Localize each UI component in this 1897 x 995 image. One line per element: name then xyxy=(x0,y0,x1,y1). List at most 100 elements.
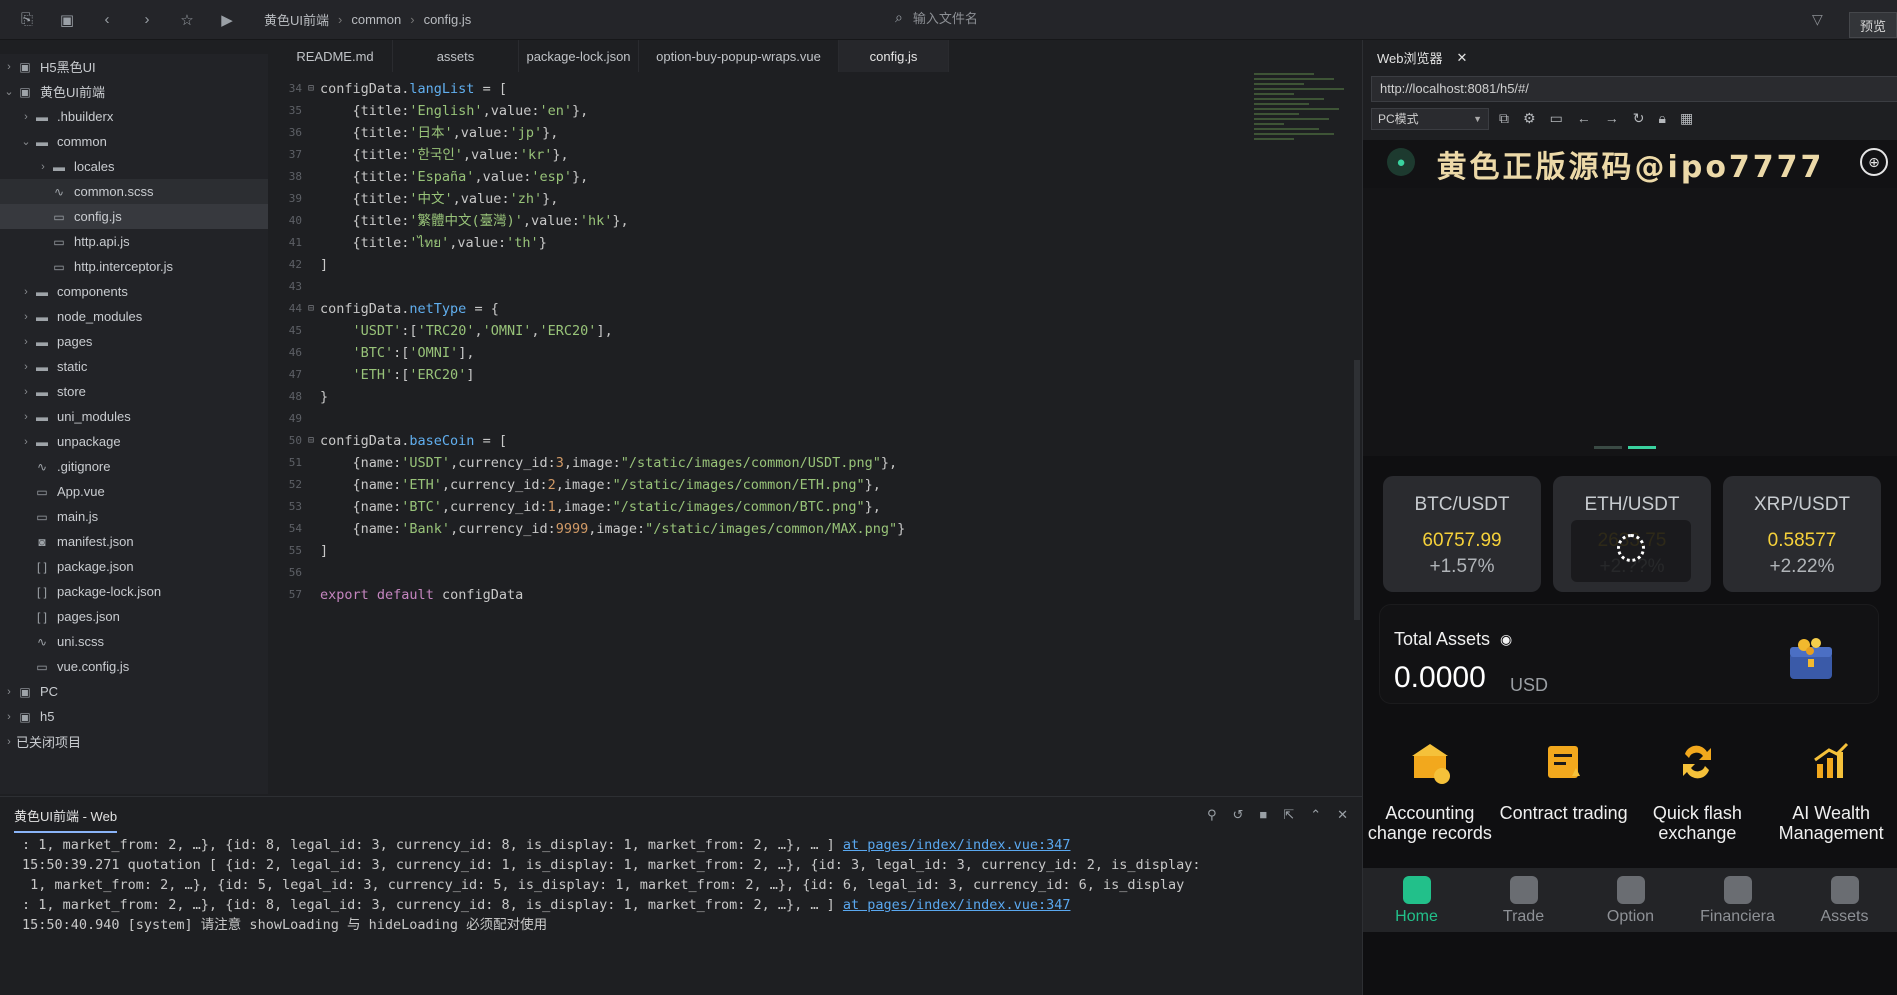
eye-icon[interactable]: ◉ xyxy=(1500,631,1512,648)
code-line[interactable]: 52 {name:'ETH',currency_id:2,image:"/sta… xyxy=(278,474,1278,496)
feature-item[interactable]: Quick flash exchange xyxy=(1631,738,1765,843)
tree-item[interactable]: › ▬ static xyxy=(0,354,268,379)
code-line[interactable]: 57 export default configData xyxy=(278,584,1278,606)
chevron-right-icon[interactable]: › xyxy=(2,736,16,748)
run-icon[interactable]: ▶ xyxy=(214,7,240,33)
code-line[interactable]: 49 xyxy=(278,408,1278,430)
tree-item[interactable]: › ▬ node_modules xyxy=(0,304,268,329)
chevron-right-icon[interactable]: › xyxy=(2,61,16,73)
tree-item[interactable]: ⌄ ▬ common xyxy=(0,129,268,154)
ticker-card[interactable]: XRP/USDT 0.58577 +2.22% xyxy=(1723,476,1881,592)
back-arrow-icon[interactable]: ‹ xyxy=(94,7,120,33)
chevron-right-icon[interactable]: › xyxy=(19,286,33,298)
chevron-right-icon[interactable]: › xyxy=(2,686,16,698)
fold-toggle-icon[interactable]: ⊟ xyxy=(308,298,320,320)
ticker-card[interactable]: ETH/USDT2633.75+2.??% xyxy=(1553,476,1711,592)
devtools-icon[interactable]: ▭ xyxy=(1550,110,1563,127)
code-line[interactable]: 36 {title:'日本',value:'jp'}, xyxy=(278,122,1278,144)
tree-item[interactable]: [ ] package.json xyxy=(0,554,268,579)
bug-icon[interactable]: ⚲ xyxy=(1207,807,1217,823)
back-icon[interactable]: ← xyxy=(1577,110,1591,127)
breadcrumb-item[interactable]: 黄色UI前端 xyxy=(264,10,329,29)
tree-item[interactable]: ◙ manifest.json xyxy=(0,529,268,554)
chevron-right-icon[interactable]: › xyxy=(2,711,16,723)
forward-arrow-icon[interactable]: › xyxy=(134,7,160,33)
close-icon[interactable]: ✕ xyxy=(1457,50,1468,66)
breadcrumb-item[interactable]: config.js xyxy=(424,12,472,27)
restart-icon[interactable]: ↺ xyxy=(1233,807,1244,823)
qr-code-icon[interactable]: ▦ xyxy=(1680,110,1693,127)
tree-item[interactable]: › ▬ uni_modules xyxy=(0,404,268,429)
tabbar-item[interactable]: Assets xyxy=(1791,868,1897,932)
preview-button[interactable]: 预览 xyxy=(1849,12,1897,38)
tabbar-item[interactable]: Option xyxy=(1577,868,1684,932)
code-line[interactable]: 55] xyxy=(278,540,1278,562)
tree-item[interactable]: › ▬ locales xyxy=(0,154,268,179)
code-line[interactable]: 43 xyxy=(278,276,1278,298)
code-line[interactable]: 39 {title:'中文',value:'zh'}, xyxy=(278,188,1278,210)
minimap[interactable] xyxy=(1254,70,1364,270)
code-line[interactable]: 37 {title:'한국인',value:'kr'}, xyxy=(278,144,1278,166)
chevron-right-icon[interactable]: › xyxy=(36,161,50,173)
stop-icon[interactable]: ■ xyxy=(1259,807,1267,823)
globe-icon[interactable]: ⊕ xyxy=(1860,148,1888,176)
tree-item[interactable]: ▭ http.interceptor.js xyxy=(0,254,268,279)
code-area[interactable]: 34 ⊟ configData.langList = [35 {title:'Eng… xyxy=(278,78,1278,606)
browser-tab[interactable]: Web浏览器 ✕ xyxy=(1377,48,1467,67)
vertical-scrollbar[interactable] xyxy=(1354,360,1360,620)
chevron-right-icon[interactable]: › xyxy=(19,411,33,423)
star-icon[interactable]: ☆ xyxy=(174,7,200,33)
tree-item[interactable]: [ ] pages.json xyxy=(0,604,268,629)
code-line[interactable]: 56 xyxy=(278,562,1278,584)
device-mode-select[interactable]: PC模式 ▼ xyxy=(1371,108,1489,130)
tree-item[interactable]: › ▬ unpackage xyxy=(0,429,268,454)
tree-item[interactable]: [ ] package-lock.json xyxy=(0,579,268,604)
editor-tab[interactable]: option-buy-popup-wraps.vue xyxy=(639,40,839,72)
console-tab[interactable]: 黄色UI前端 - Web xyxy=(14,800,118,833)
source-link[interactable]: at pages/index/index.vue:347 xyxy=(843,897,1071,913)
chevron-down-icon[interactable]: ⌄ xyxy=(2,85,16,98)
tree-item[interactable]: ▭ http.api.js xyxy=(0,229,268,254)
tree-item[interactable]: ⌄ ▣ 黄色UI前端 xyxy=(0,79,268,104)
code-line[interactable]: 51 {name:'USDT',currency_id:3,image:"/st… xyxy=(278,452,1278,474)
chevron-right-icon[interactable]: › xyxy=(19,111,33,123)
tree-item[interactable]: › ▬ components xyxy=(0,279,268,304)
fold-toggle-icon[interactable]: ⊟ xyxy=(308,430,320,452)
code-line[interactable]: 46 'BTC':['OMNI'], xyxy=(278,342,1278,364)
tree-item[interactable]: › ▣ h5 xyxy=(0,704,268,729)
code-line[interactable]: 42] xyxy=(278,254,1278,276)
code-line[interactable]: 41 {title:'ไทย',value:'th'} xyxy=(278,232,1278,254)
code-line[interactable]: 53 {name:'BTC',currency_id:1,image:"/sta… xyxy=(278,496,1278,518)
file-search-input[interactable]: ⌕ 输入文件名 xyxy=(895,8,978,27)
editor-tab[interactable]: README.md xyxy=(278,40,393,72)
tree-item[interactable]: ∿ common.scss xyxy=(0,179,268,204)
source-link[interactable]: at pages/index/index.vue:347 xyxy=(843,837,1071,853)
tree-item[interactable]: ▭ config.js xyxy=(0,204,268,229)
tree-item[interactable]: › ▬ pages xyxy=(0,329,268,354)
editor-tab[interactable]: package-lock.json xyxy=(519,40,639,72)
code-line[interactable]: 40 {title:'繁體中文(臺灣)',value:'hk'}, xyxy=(278,210,1278,232)
code-line[interactable]: 44 ⊟ configData.netType = { xyxy=(278,298,1278,320)
tree-item[interactable]: ∿ uni.scss xyxy=(0,629,268,654)
tree-item[interactable]: ▭ App.vue xyxy=(0,479,268,504)
code-line[interactable]: 38 {title:'España',value:'esp'}, xyxy=(278,166,1278,188)
fold-toggle-icon[interactable]: ⊟ xyxy=(308,78,320,100)
feature-item[interactable]: AI Wealth Management xyxy=(1764,738,1897,843)
tree-item[interactable]: › ▣ PC xyxy=(0,679,268,704)
clear-icon[interactable]: ✕ xyxy=(1337,807,1348,823)
code-line[interactable]: 50 ⊟ configData.baseCoin = [ xyxy=(278,430,1278,452)
feature-item[interactable]: Accounting change records xyxy=(1363,738,1497,843)
new-file-icon[interactable]: ⎘ xyxy=(14,7,40,33)
tree-item[interactable]: › 已关闭项目 xyxy=(0,729,268,754)
tabbar-item[interactable]: Home xyxy=(1363,868,1470,932)
breadcrumb-item[interactable]: common xyxy=(351,12,401,27)
feature-item[interactable]: Contract trading xyxy=(1497,738,1631,843)
chevron-right-icon[interactable]: › xyxy=(19,361,33,373)
editor-tab[interactable]: assets xyxy=(393,40,519,72)
code-line[interactable]: 35 {title:'English',value:'en'}, xyxy=(278,100,1278,122)
user-icon[interactable]: ● xyxy=(1387,148,1415,176)
tree-item[interactable]: ▭ vue.config.js xyxy=(0,654,268,679)
filter-icon[interactable]: ▽ xyxy=(1812,11,1823,28)
chevron-right-icon[interactable]: › xyxy=(19,311,33,323)
code-line[interactable]: 45 'USDT':['TRC20','OMNI','ERC20'], xyxy=(278,320,1278,342)
